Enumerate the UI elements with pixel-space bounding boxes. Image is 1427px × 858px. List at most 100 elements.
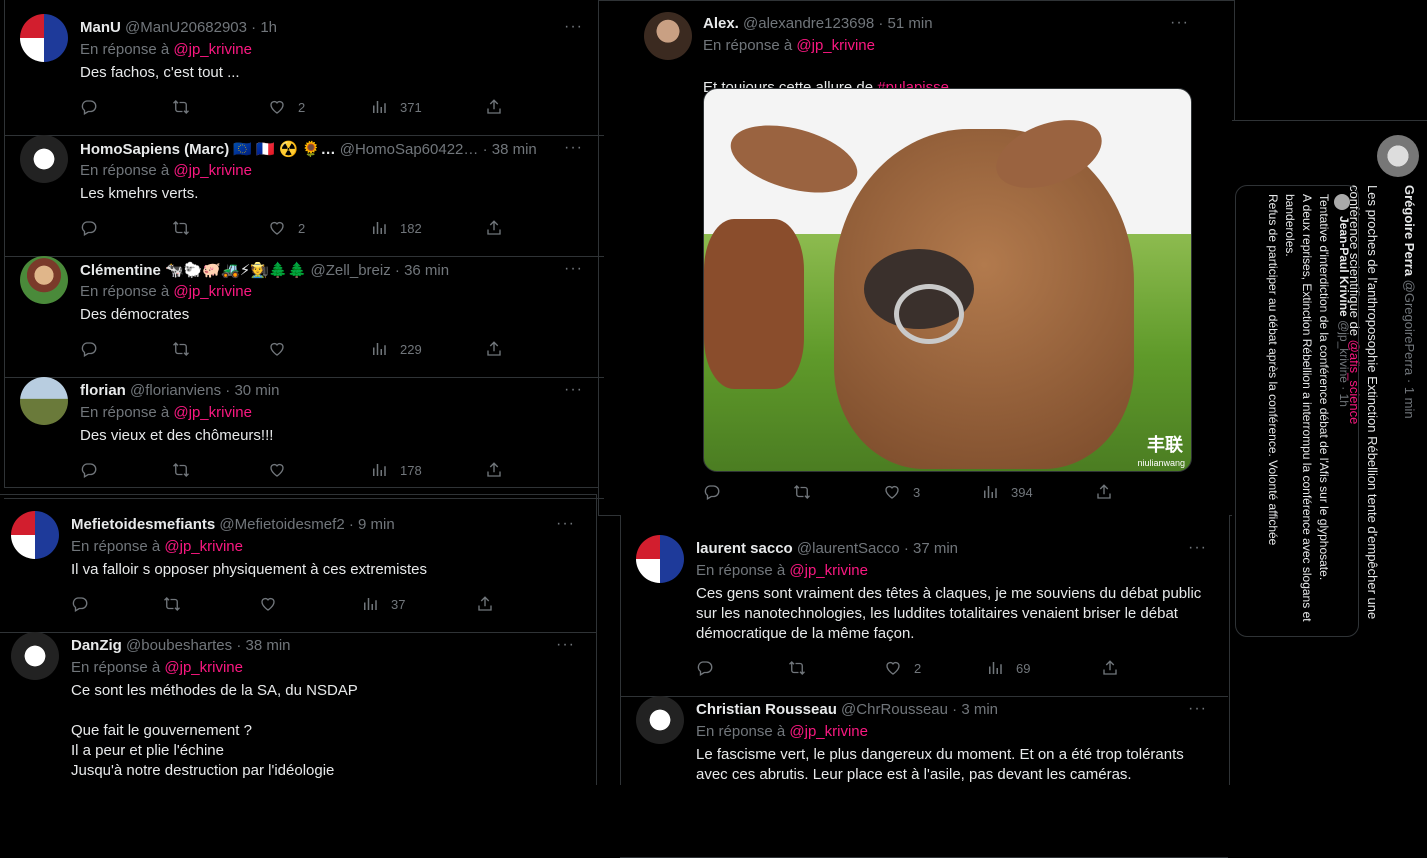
reply-mention[interactable]: @jp_krivine — [173, 162, 252, 179]
like-button[interactable]: 2 — [884, 659, 921, 677]
reply-mention[interactable]: @jp_krivine — [789, 723, 868, 740]
author-handle[interactable]: @Mefietoidesmef2 — [219, 516, 344, 533]
reply-mention[interactable]: @jp_krivine — [164, 659, 243, 676]
tweet-left_tweets-0[interactable]: ManU @ManU20682903 · 1h ··· En réponse à @… — [4, 0, 604, 136]
share-button[interactable] — [476, 595, 506, 613]
avatar[interactable] — [636, 696, 684, 744]
like-button[interactable] — [268, 340, 298, 358]
author-handle[interactable]: @laurentSacco — [797, 540, 900, 557]
avatar[interactable] — [20, 14, 68, 62]
like-button[interactable]: 3 — [883, 483, 920, 501]
tweet-time[interactable]: · 3 min — [952, 701, 998, 718]
reply-button[interactable] — [80, 461, 110, 479]
author-name[interactable]: florian — [80, 382, 126, 399]
tweet-time[interactable]: · 37 min — [904, 540, 958, 557]
reply-mention[interactable]: @jp_krivine — [173, 41, 252, 58]
share-button[interactable] — [485, 461, 515, 479]
tweet-time[interactable]: · 36 min — [395, 262, 449, 279]
share-button[interactable] — [1095, 483, 1125, 501]
tweet-image[interactable]: 丰联 niulianwang — [703, 88, 1192, 472]
author-handle[interactable]: @HomoSap60422… — [340, 141, 479, 158]
more-options-button[interactable]: ··· — [564, 139, 583, 157]
more-options-button[interactable]: ··· — [556, 636, 575, 654]
author-name[interactable]: Mefietoidesmefiants — [71, 516, 215, 533]
tweet-time[interactable]: · 9 min — [349, 516, 395, 533]
avatar[interactable] — [20, 135, 68, 183]
like-button[interactable] — [259, 595, 289, 613]
retweet-button[interactable] — [788, 659, 818, 677]
author-name[interactable]: laurent sacco — [696, 540, 793, 557]
retweet-button[interactable] — [172, 340, 202, 358]
tweet-time[interactable]: · 51 min — [878, 15, 932, 32]
more-options-button[interactable]: ··· — [1170, 14, 1189, 32]
views-button[interactable]: 182 — [370, 219, 422, 237]
author-handle[interactable]: @GregoirePerra — [1402, 280, 1417, 376]
reply-button[interactable] — [71, 595, 101, 613]
author-name[interactable]: Clémentine 🐄🐑🐖🚜⚡🧑‍🌾🌲🌲 — [80, 262, 306, 279]
tweet-lower_left_tweets-1[interactable]: DanZig @boubeshartes · 38 min ··· En répon… — [0, 618, 596, 779]
reply-button[interactable] — [696, 659, 726, 677]
tweet-left_tweets-2[interactable]: Clémentine 🐄🐑🐖🚜⚡🧑‍🌾🌲🌲 @Zell_breiz · 36 m… — [4, 242, 604, 378]
tweet-time[interactable]: · 38 min — [483, 141, 537, 158]
reply-button[interactable] — [80, 219, 110, 237]
retweet-button[interactable] — [172, 219, 202, 237]
share-button[interactable] — [485, 340, 515, 358]
author-name[interactable]: Grégoire Perra — [1402, 185, 1417, 276]
tweet-left_tweets-1[interactable]: HomoSapiens (Marc) 🇪🇺 🇫🇷 ☢️ 🌻… @HomoSap6… — [4, 121, 604, 257]
retweet-button[interactable] — [172, 98, 202, 116]
author-name[interactable]: HomoSapiens (Marc) 🇪🇺 🇫🇷 ☢️ 🌻… — [80, 141, 336, 158]
views-button[interactable]: 371 — [370, 98, 422, 116]
views-button[interactable]: 178 — [370, 461, 422, 479]
like-button[interactable]: 2 — [268, 98, 305, 116]
more-options-button[interactable]: ··· — [564, 381, 583, 399]
tweet-time[interactable]: · 1 min — [1402, 379, 1417, 419]
author-name[interactable]: Alex. — [703, 15, 739, 32]
author-handle[interactable]: @ChrRousseau — [841, 701, 948, 718]
reply-mention[interactable]: @jp_krivine — [173, 404, 252, 421]
avatar[interactable] — [636, 535, 684, 583]
share-button[interactable] — [485, 219, 515, 237]
more-options-button[interactable]: ··· — [1188, 539, 1207, 557]
like-button[interactable] — [268, 461, 298, 479]
reply-button[interactable] — [80, 340, 110, 358]
tweet-alex[interactable]: Alex. @alexandre123698 · 51 min ··· En r… — [598, 0, 1233, 514]
retweet-button[interactable] — [793, 483, 823, 501]
more-options-button[interactable]: ··· — [564, 260, 583, 278]
reply-mention[interactable]: @jp_krivine — [173, 283, 252, 300]
more-options-button[interactable]: ··· — [564, 18, 583, 36]
reply-mention[interactable]: @jp_krivine — [789, 562, 868, 579]
views-button[interactable]: 229 — [370, 340, 422, 358]
reply-mention[interactable]: @jp_krivine — [164, 538, 243, 555]
author-name[interactable]: Christian Rousseau — [696, 701, 837, 718]
tweet-right_tweets-0[interactable]: laurent sacco @laurentSacco · 37 min ··· E… — [620, 521, 1228, 697]
views-button[interactable]: 69 — [986, 659, 1030, 677]
tweet-lower_left_tweets-0[interactable]: Mefietoidesmefiants @Mefietoidesmef2 · 9… — [0, 497, 596, 633]
tweet-time[interactable]: · 1h — [251, 19, 277, 36]
author-handle[interactable]: @florianviens — [130, 382, 221, 399]
author-name[interactable]: ManU — [80, 19, 121, 36]
rotated-tweet[interactable]: Grégoire Perra @GregoirePerra · 1 min Le… — [1232, 125, 1427, 665]
retweet-button[interactable] — [172, 461, 202, 479]
reply-button[interactable] — [703, 483, 733, 501]
author-handle[interactable]: @ManU20682903 — [125, 19, 247, 36]
author-handle[interactable]: @Zell_breiz — [310, 262, 390, 279]
author-name[interactable]: DanZig — [71, 637, 122, 654]
more-options-button[interactable]: ··· — [556, 515, 575, 533]
share-button[interactable] — [485, 98, 515, 116]
avatar[interactable] — [11, 632, 59, 680]
more-options-button[interactable]: ··· — [1188, 700, 1207, 718]
retweet-button[interactable] — [163, 595, 193, 613]
tweet-right_tweets-1[interactable]: Christian Rousseau @ChrRousseau · 3 min ·… — [620, 682, 1228, 858]
author-handle[interactable]: @boubeshartes — [126, 637, 232, 654]
share-button[interactable] — [1101, 659, 1131, 677]
tweet-left_tweets-3[interactable]: florian @florianviens · 30 min ··· En répo… — [4, 363, 604, 499]
reply-mention[interactable]: @jp_krivine — [796, 37, 875, 54]
quoted-tweet[interactable]: Jean-Paul Krivine @jp_krivine · 1h Tenta… — [1235, 185, 1359, 637]
avatar[interactable] — [20, 256, 68, 304]
views-button[interactable]: 394 — [981, 483, 1033, 501]
avatar[interactable] — [1377, 135, 1419, 177]
tweet-time[interactable]: · 30 min — [225, 382, 279, 399]
avatar[interactable] — [644, 12, 692, 60]
author-handle[interactable]: @alexandre123698 — [743, 15, 874, 32]
views-button[interactable]: 37 — [361, 595, 405, 613]
